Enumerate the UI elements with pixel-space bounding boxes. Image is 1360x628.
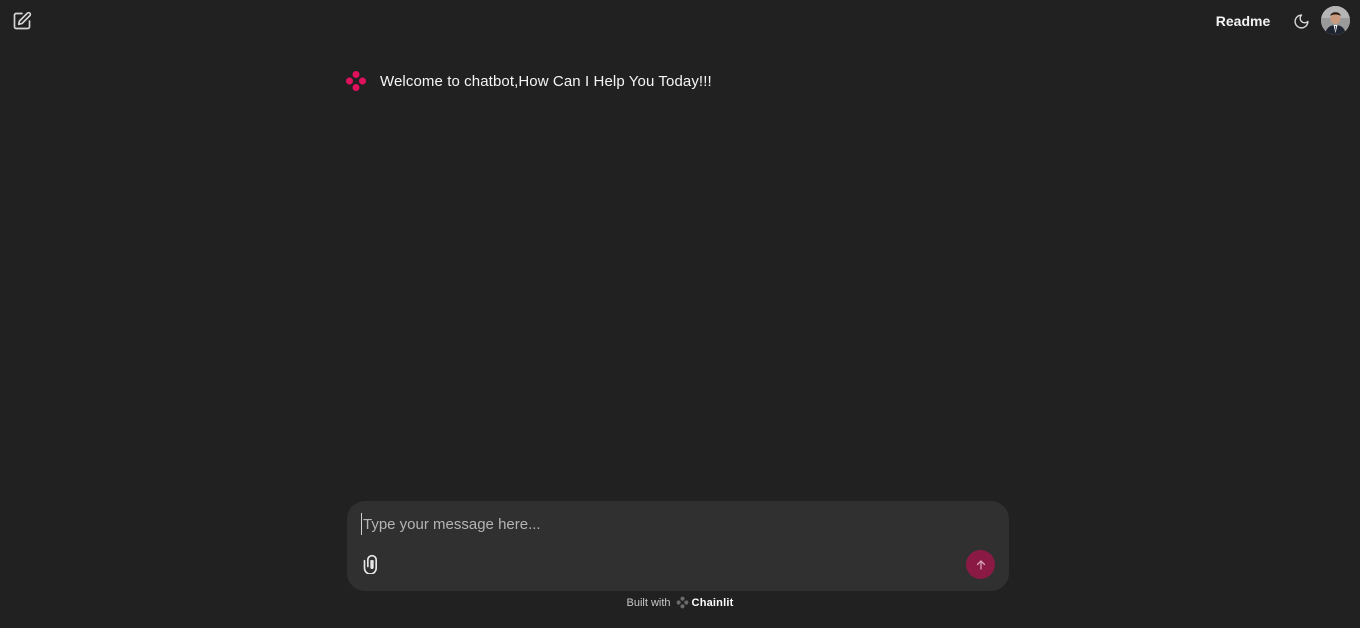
chat-app: Readme Welcome to chatbot,How Can I Help… (0, 0, 1360, 628)
readme-button[interactable]: Readme (1210, 10, 1276, 32)
paperclip-icon (363, 554, 377, 574)
chainlit-footer-icon (676, 596, 689, 609)
edit-icon (13, 11, 32, 30)
attach-file-button[interactable] (361, 553, 383, 575)
new-chat-button[interactable] (10, 9, 34, 33)
avatar-image (1321, 6, 1350, 35)
welcome-text: Welcome to chatbot,How Can I Help You To… (380, 72, 712, 90)
user-avatar[interactable] (1321, 6, 1350, 35)
arrow-up-icon (976, 559, 985, 570)
header: Readme (0, 0, 1360, 42)
chainlit-brand-link[interactable]: Chainlit (692, 597, 734, 609)
chainlit-logo-icon (346, 71, 366, 91)
moon-icon (1293, 13, 1309, 29)
footer: Built with Chainlit (0, 596, 1360, 609)
message-input[interactable] (361, 513, 991, 535)
built-with-text: Built with (626, 596, 671, 609)
theme-toggle-button[interactable] (1290, 10, 1312, 32)
send-button[interactable] (966, 550, 995, 579)
welcome-message: Welcome to chatbot,How Can I Help You To… (345, 70, 712, 92)
message-composer (347, 501, 1009, 591)
